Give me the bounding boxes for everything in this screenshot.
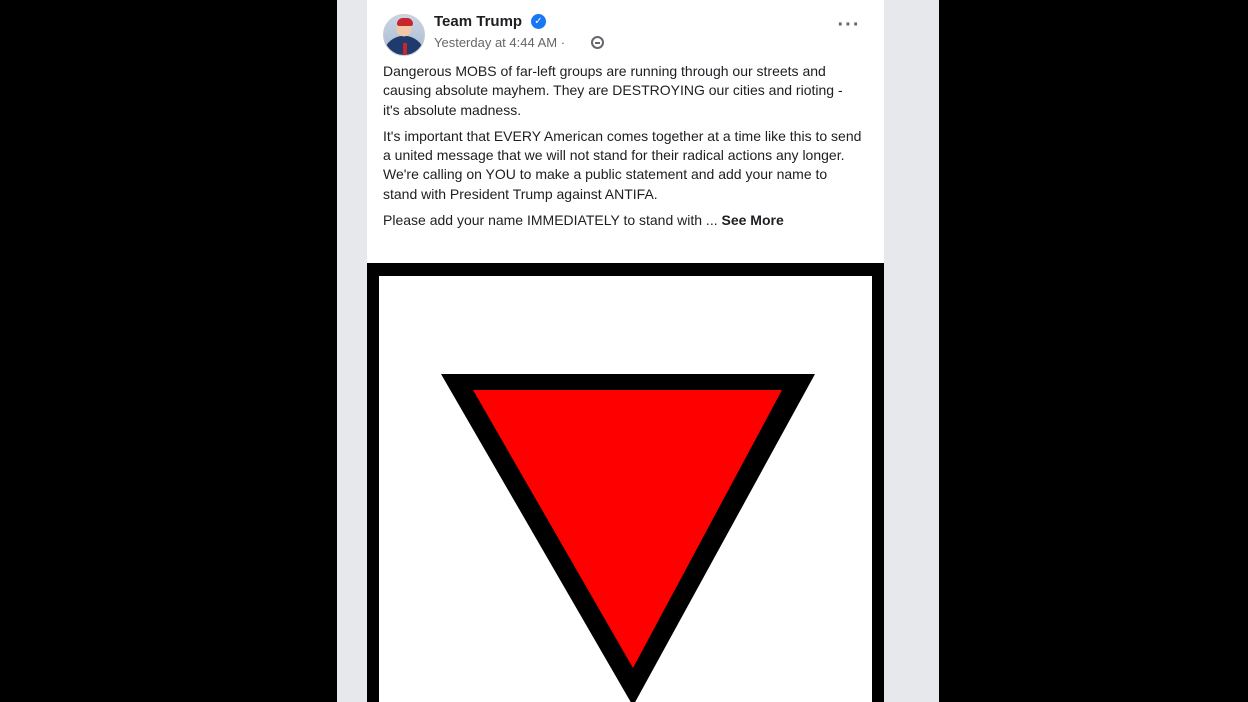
screenshot-stage: Team Trump ✓ Yesterday at 4:44 AM · ··· … — [0, 0, 1248, 702]
post-paragraph: It's important that EVERY American comes… — [383, 127, 862, 202]
post-paragraph-truncated: Please add your name IMMEDIATELY to stan… — [383, 211, 863, 230]
red-inverted-triangle-graphic — [441, 374, 815, 702]
post-timestamp[interactable]: Yesterday at 4:44 AM · — [434, 35, 565, 50]
truncated-text: Please add your name IMMEDIATELY to stan… — [383, 212, 718, 229]
post-image[interactable] — [367, 263, 884, 702]
post-header: Team Trump ✓ Yesterday at 4:44 AM · ··· — [367, 0, 884, 58]
post-text: Dangerous MOBS of far-left groups are ru… — [383, 62, 863, 237]
avatar-hat — [397, 18, 413, 26]
timestamp-separator: · — [560, 35, 566, 50]
facebook-post: Team Trump ✓ Yesterday at 4:44 AM · ··· … — [367, 0, 884, 702]
post-image-canvas — [379, 276, 872, 702]
globe-icon — [591, 36, 604, 49]
avatar-tie — [403, 43, 407, 55]
triangle-fill — [473, 390, 782, 668]
timestamp-text[interactable]: Yesterday at 4:44 AM — [434, 35, 557, 50]
post-paragraph: Dangerous MOBS of far-left groups are ru… — [383, 63, 843, 118]
more-options-icon[interactable]: ··· — [837, 15, 861, 35]
page-name[interactable]: Team Trump — [434, 13, 522, 30]
see-more-link[interactable]: See More — [722, 212, 784, 228]
verified-badge-icon: ✓ — [531, 14, 546, 29]
page-avatar[interactable] — [383, 14, 425, 56]
